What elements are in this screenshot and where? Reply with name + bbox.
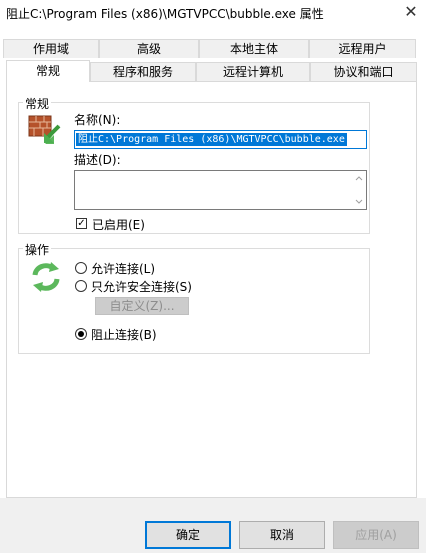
tab-local-principals[interactable]: 本地主体 [199, 39, 309, 58]
cancel-button[interactable]: 取消 [239, 521, 325, 549]
tab-remote-computers[interactable]: 远程计算机 [196, 62, 310, 81]
ok-button[interactable]: 确定 [145, 521, 231, 549]
refresh-arrows-icon [29, 262, 63, 292]
block-connection-radio[interactable] [75, 328, 87, 340]
tab-general[interactable]: 常规 [6, 60, 90, 82]
name-label: 名称(N): [74, 113, 121, 127]
description-label: 描述(D): [74, 153, 121, 167]
apply-button-label: 应用(A) [355, 528, 397, 542]
general-group: 常规 名称(N): 阻止C:\Program Files (x86)\MGTVP… [18, 95, 370, 234]
action-group: 操作 允许连接(L) 只允许安全连接(S) 自定义(Z)... 阻止连接(B) [18, 241, 370, 354]
window-title: 阻止C:\Program Files (x86)\MGTVPCC\bubble.… [6, 7, 324, 21]
action-group-title: 操作 [23, 241, 52, 258]
close-icon: ✕ [404, 2, 418, 21]
allow-secure-connection-label[interactable]: 只允许安全连接(S) [91, 278, 192, 295]
block-connection-label[interactable]: 阻止连接(B) [91, 326, 157, 343]
tab-advanced[interactable]: 高级 [99, 39, 199, 58]
tab-panel-general: 常规 名称(N): 阻止C:\Program Files (x86)\MGTVP… [6, 81, 417, 498]
firewall-icon [26, 111, 62, 145]
allow-connection-radio[interactable] [75, 262, 87, 274]
customize-button-label: 自定义(Z)... [109, 299, 175, 313]
allow-connection-label[interactable]: 允许连接(L) [91, 260, 155, 277]
tab-protocols-ports-label: 协议和端口 [333, 65, 394, 79]
general-group-title: 常规 [23, 95, 52, 112]
tab-protocols-ports[interactable]: 协议和端口 [310, 62, 417, 81]
cancel-button-label: 取消 [269, 528, 294, 542]
tab-remote-computers-label: 远程计算机 [222, 65, 283, 79]
tab-general-label: 常规 [35, 64, 60, 78]
tab-advanced-label: 高级 [136, 42, 161, 56]
enabled-label[interactable]: 已启用(E) [92, 216, 145, 233]
tab-local-principals-label: 本地主体 [229, 42, 278, 56]
close-button[interactable]: ✕ [400, 2, 422, 22]
ok-button-label: 确定 [175, 528, 200, 542]
name-field[interactable]: 阻止C:\Program Files (x86)\MGTVPCC\bubble.… [74, 130, 367, 149]
name-field-value: 阻止C:\Program Files (x86)\MGTVPCC\bubble.… [76, 133, 347, 146]
tab-scope[interactable]: 作用域 [3, 39, 99, 58]
apply-button[interactable]: 应用(A) [333, 521, 419, 549]
title-bar: 阻止C:\Program Files (x86)\MGTVPCC\bubble.… [0, 0, 426, 26]
tab-scope-label: 作用域 [32, 42, 69, 56]
allow-secure-connection-radio[interactable] [75, 280, 87, 292]
tab-programs-services-label: 程序和服务 [112, 65, 173, 79]
customize-button[interactable]: 自定义(Z)... [95, 297, 189, 315]
tab-programs-services[interactable]: 程序和服务 [90, 62, 196, 81]
tab-remote-users-label: 远程用户 [338, 42, 387, 56]
enabled-checkbox[interactable]: ✓ [76, 218, 87, 229]
description-scrollbar[interactable] [352, 171, 366, 209]
tab-remote-users[interactable]: 远程用户 [309, 39, 416, 58]
description-field[interactable] [74, 170, 367, 210]
